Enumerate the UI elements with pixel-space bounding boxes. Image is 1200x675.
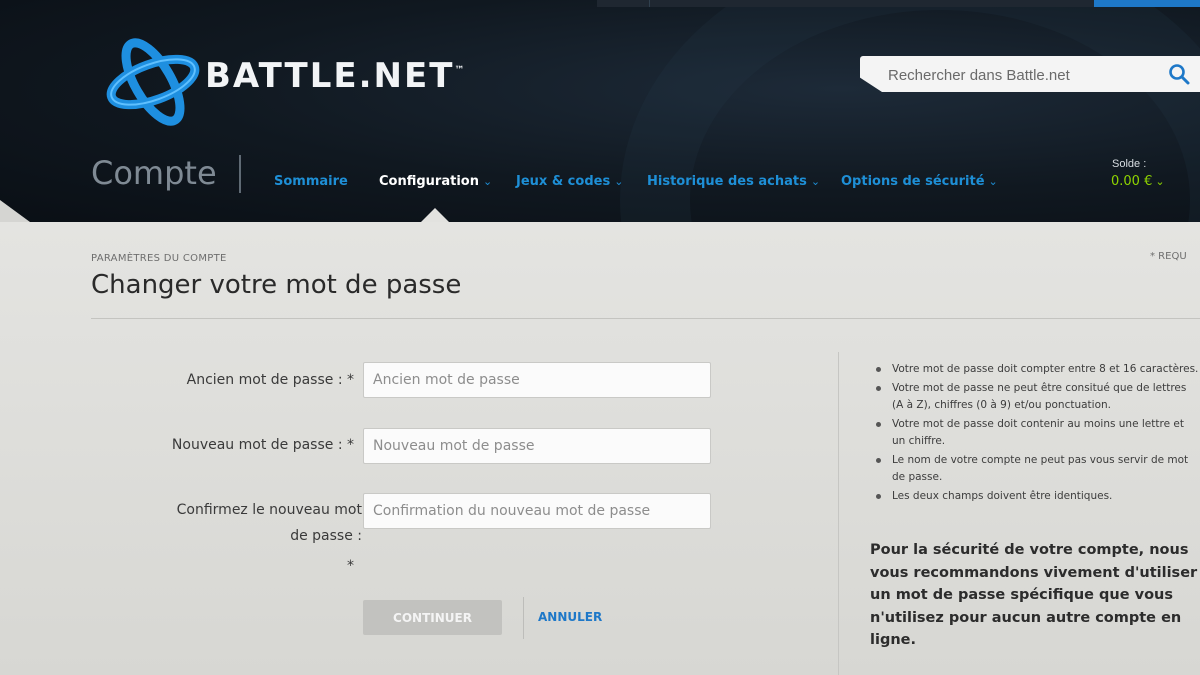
search-icon[interactable] — [1168, 63, 1190, 85]
page-title: Changer votre mot de passe — [91, 270, 462, 300]
required-asterisk: * — [347, 558, 354, 574]
chevron-down-icon: ⌄ — [482, 175, 493, 188]
confirm-password-field[interactable] — [363, 493, 711, 529]
button-divider — [523, 597, 524, 639]
new-password-field[interactable] — [363, 428, 711, 464]
sidebar-divider — [838, 352, 839, 675]
confirm-password-label: Confirmez le nouveau mot de passe : * — [130, 497, 362, 579]
list-item: Votre mot de passe doit contenir au moin… — [876, 416, 1200, 451]
section-divider — [239, 155, 241, 193]
search-box[interactable] — [860, 56, 1200, 92]
balance-label: Solde : — [1112, 158, 1147, 170]
confirm-label-line: Confirmez le nouveau mot — [176, 502, 362, 518]
nav-item-historique-achats[interactable]: Historique des achats ⌄ — [647, 174, 820, 189]
required-fields-note: * REQU — [1150, 251, 1187, 262]
chevron-down-icon: ⌄ — [614, 175, 624, 188]
breadcrumb: PARAMÈTRES DU COMPTE — [91, 253, 227, 264]
top-bar-divider — [649, 0, 650, 7]
battlenet-wordmark[interactable]: BATTLE.NET™ — [205, 56, 466, 96]
new-password-label: Nouveau mot de passe : * — [171, 437, 354, 453]
nav-item-label: Historique des achats — [647, 174, 807, 189]
security-advice: Pour la sécurité de votre compte, nous v… — [870, 542, 1198, 648]
search-input[interactable] — [886, 63, 1150, 87]
nav-item-label: Sommaire — [274, 174, 348, 189]
list-item: Le nom de votre compte ne peut pas vous … — [876, 452, 1200, 487]
site-header: BATTLE.NET™ Compte Sommaire Configuratio… — [0, 0, 1200, 222]
header-corner-decoration — [0, 200, 30, 222]
cancel-link[interactable]: ANNULER — [538, 610, 602, 624]
balance-value[interactable]: 0.00 € ⌄ — [1111, 174, 1165, 189]
nav-item-label: Configuration — [379, 174, 479, 189]
battlenet-logo-icon[interactable] — [95, 30, 215, 130]
top-navigation-bar — [597, 0, 1200, 7]
top-bar-accent[interactable] — [1094, 0, 1200, 7]
old-password-label: Ancien mot de passe : * — [186, 372, 354, 388]
nav-item-label: Options de sécurité — [841, 174, 985, 189]
chevron-down-icon: ⌄ — [988, 175, 998, 188]
list-item: Votre mot de passe doit compter entre 8 … — [876, 361, 1200, 379]
list-item: Votre mot de passe ne peut être consitué… — [876, 380, 1200, 415]
active-nav-pointer — [421, 208, 449, 222]
nav-item-options-securite[interactable]: Options de sécurité ⌄ — [841, 174, 998, 189]
nav-item-label: Jeux & codes — [516, 174, 611, 189]
section-title: Compte — [91, 154, 217, 192]
confirm-label-line: de passe : — [290, 528, 362, 544]
list-item: Les deux champs doivent être identiques. — [876, 488, 1200, 506]
nav-item-jeux-codes[interactable]: Jeux & codes ⌄ — [516, 174, 623, 189]
chevron-down-icon: ⌄ — [810, 175, 821, 188]
title-divider — [91, 318, 1200, 319]
chevron-down-icon: ⌄ — [1155, 175, 1165, 188]
password-rules-list: Votre mot de passe doit compter entre 8 … — [876, 361, 1200, 506]
old-password-field[interactable] — [363, 362, 711, 398]
nav-item-configuration[interactable]: Configuration ⌄ — [379, 174, 492, 189]
continue-button[interactable]: CONTINUER — [363, 600, 502, 635]
nav-item-sommaire[interactable]: Sommaire — [274, 174, 348, 189]
